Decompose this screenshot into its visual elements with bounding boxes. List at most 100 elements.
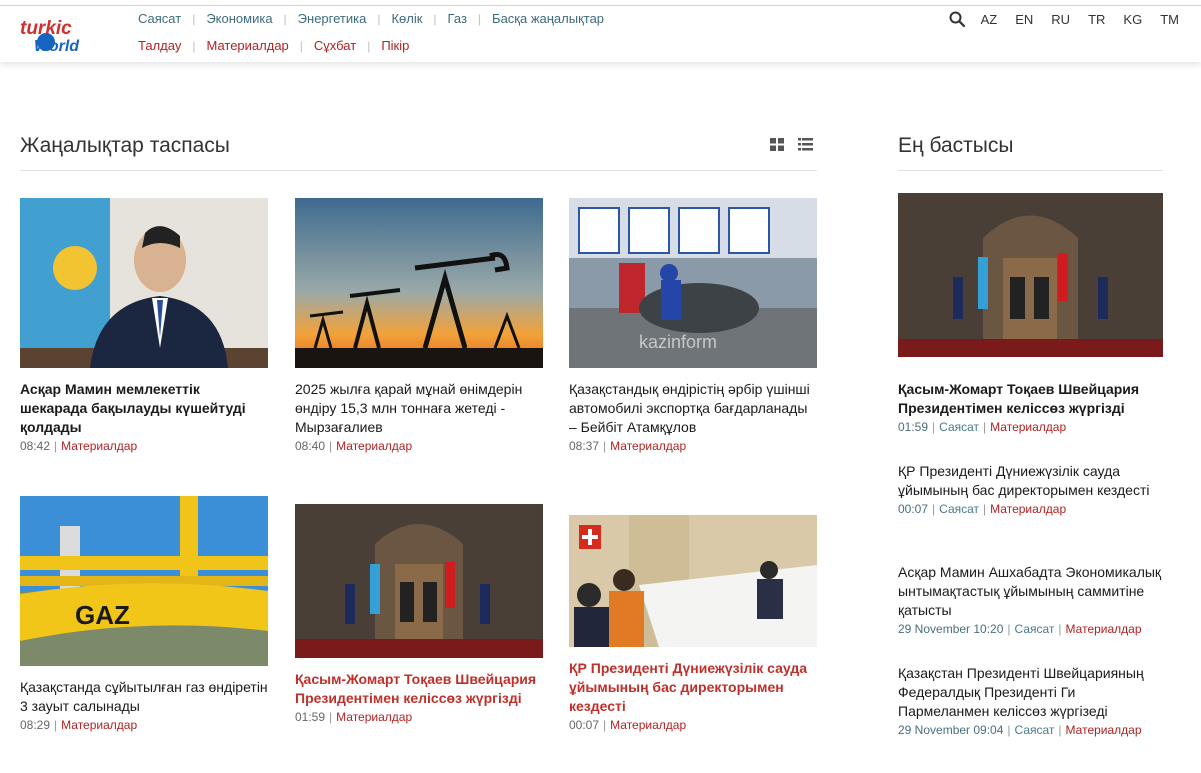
news-category[interactable]: Материалдар xyxy=(336,439,412,453)
feed-divider xyxy=(20,170,817,171)
photo-watermark: kazinform xyxy=(639,332,717,352)
site-logo[interactable]: turkic World xyxy=(20,14,90,55)
sidebar-news-item: Қасым-Жомарт Тоқаев Швейцария Президенті… xyxy=(898,380,1164,434)
news-title[interactable]: 2025 жылға қарай мұнай өнімдерін өндіру … xyxy=(295,380,543,437)
news-category[interactable]: Материалдар xyxy=(610,718,686,732)
news-category-materials[interactable]: Материалдар xyxy=(1066,723,1142,737)
meta-separator: | xyxy=(329,710,333,724)
news-card: kazinform Қазақстандық өндірістің әрбір … xyxy=(569,198,817,453)
news-thumbnail[interactable] xyxy=(20,198,268,368)
news-category[interactable]: Материалдар xyxy=(61,718,137,732)
sidebar-featured-photo[interactable] xyxy=(898,193,1163,357)
view-toggle xyxy=(770,138,813,156)
news-time: 08:40 xyxy=(295,439,326,453)
meta-separator: | xyxy=(54,439,58,453)
svg-text:World: World xyxy=(34,38,80,54)
nav-item-other-news[interactable]: Басқа жаңалықтар xyxy=(492,11,604,26)
lang-ru[interactable]: RU xyxy=(1051,12,1070,27)
sidebar-divider xyxy=(898,170,1163,171)
main-nav: Саясат | Экономика | Энергетика | Көлік … xyxy=(138,11,604,26)
lang-tr[interactable]: TR xyxy=(1088,12,1105,27)
sidebar-news-meta: 29 November 09:04 | Саясат | Материалдар xyxy=(898,723,1164,737)
sidebar-news-item: Қазақстан Президенті Швейцарияның Федера… xyxy=(898,664,1164,737)
meta-separator: | xyxy=(603,718,607,732)
list-view-icon[interactable] xyxy=(798,138,813,156)
news-meta: 01:59 | Материалдар xyxy=(295,710,543,724)
news-title[interactable]: ҚР Президенті Дүниежүзілік сауда ұйымыны… xyxy=(569,659,817,716)
news-category-materials[interactable]: Материалдар xyxy=(990,502,1066,516)
nav-item-interview[interactable]: Сұхбат xyxy=(314,38,356,53)
sidebar-news-title[interactable]: ҚР Президенті Дүниежүзілік сауда ұйымыны… xyxy=(898,462,1164,500)
news-category[interactable]: Материалдар xyxy=(336,710,412,724)
news-meta: 08:37 | Материалдар xyxy=(569,439,817,453)
nav-item-transport[interactable]: Көлік xyxy=(391,11,422,26)
sidebar-news-meta: 01:59 | Саясат | Материалдар xyxy=(898,420,1164,434)
lang-kg[interactable]: KG xyxy=(1123,12,1142,27)
news-category-politics[interactable]: Саясат xyxy=(939,502,979,516)
search-icon[interactable] xyxy=(949,11,965,28)
pipe-label: GAZ xyxy=(75,600,130,630)
news-thumbnail[interactable] xyxy=(295,504,543,658)
nav-item-gas[interactable]: Газ xyxy=(448,11,467,26)
news-meta: 00:07 | Материалдар xyxy=(569,718,817,732)
grid-view-icon[interactable] xyxy=(770,138,784,156)
news-category-politics[interactable]: Саясат xyxy=(939,420,979,434)
news-title[interactable]: Қазақстанда сұйытылған газ өндіретін 3 з… xyxy=(20,678,268,716)
nav-separator: | xyxy=(283,11,287,26)
news-category[interactable]: Материалдар xyxy=(610,439,686,453)
news-category-materials[interactable]: Материалдар xyxy=(990,420,1066,434)
news-time: 01:59 xyxy=(898,420,929,434)
lang-tm[interactable]: TM xyxy=(1160,12,1179,27)
sidebar-news-meta: 29 November 10:20 | Саясат | Материалдар xyxy=(898,622,1164,636)
meta-separator: | xyxy=(603,439,607,453)
nav-item-energy[interactable]: Энергетика xyxy=(298,11,367,26)
news-meta: 08:40 | Материалдар xyxy=(295,439,543,453)
meta-separator: | xyxy=(329,439,333,453)
feed-title: Жаңалықтар таспасы xyxy=(20,134,230,157)
news-time: 08:37 xyxy=(569,439,600,453)
news-thumbnail[interactable] xyxy=(295,198,543,368)
meta-separator: | xyxy=(54,718,58,732)
news-meta: 08:42 | Материалдар xyxy=(20,439,268,453)
news-title[interactable]: Қазақстандық өндірістің әрбір үшінші авт… xyxy=(569,380,817,437)
sidebar-news-title[interactable]: Қасым-Жомарт Тоқаев Швейцария Президенті… xyxy=(898,380,1164,418)
news-category-politics[interactable]: Саясат xyxy=(1015,723,1055,737)
meta-separator: | xyxy=(983,502,987,516)
news-time: 00:07 xyxy=(898,502,929,516)
meta-separator: | xyxy=(1058,622,1062,636)
news-title[interactable]: Қасым-Жомарт Тоқаев Швейцария Президенті… xyxy=(295,670,543,708)
news-card: 2025 жылға қарай мұнай өнімдерін өндіру … xyxy=(295,198,543,453)
news-title[interactable]: Асқар Мамин мемлекеттік шекарада бақылау… xyxy=(20,380,268,437)
nav-separator: | xyxy=(192,11,196,26)
nav-item-sayasat[interactable]: Саясат xyxy=(138,11,181,26)
nav-item-economics[interactable]: Экономика xyxy=(206,11,272,26)
news-card: ҚР Президенті Дүниежүзілік сауда ұйымыны… xyxy=(569,515,817,732)
nav-separator: | xyxy=(192,38,196,53)
meta-separator: | xyxy=(1007,622,1011,636)
news-card: Асқар Мамин мемлекеттік шекарада бақылау… xyxy=(20,198,268,453)
sidebar-news-title[interactable]: Асқар Мамин Ашхабадта Экономикалық ынтым… xyxy=(898,563,1164,620)
lang-az[interactable]: AZ xyxy=(981,12,998,27)
news-thumbnail[interactable]: GAZ xyxy=(20,496,268,666)
header-tools: AZ EN RU TR KG TM xyxy=(949,11,1179,28)
nav-item-materials[interactable]: Материалдар xyxy=(206,38,288,53)
meta-separator: | xyxy=(1007,723,1011,737)
news-thumbnail[interactable]: kazinform xyxy=(569,198,817,368)
site-header: turkic World Саясат | Экономика | Энерге… xyxy=(0,6,1201,62)
news-thumbnail[interactable] xyxy=(569,515,817,647)
lang-en[interactable]: EN xyxy=(1015,12,1033,27)
sidebar-title: Ең бастысы xyxy=(898,134,1014,157)
meta-separator: | xyxy=(932,502,936,516)
news-time: 29 November 10:20 xyxy=(898,622,1004,636)
news-time: 01:59 xyxy=(295,710,326,724)
meta-separator: | xyxy=(1058,723,1062,737)
nav-item-opinion[interactable]: Пікір xyxy=(381,38,409,53)
sidebar-news-title[interactable]: Қазақстан Президенті Швейцарияның Федера… xyxy=(898,664,1164,721)
news-category-materials[interactable]: Материалдар xyxy=(1066,622,1142,636)
news-time: 00:07 xyxy=(569,718,600,732)
news-category[interactable]: Материалдар xyxy=(61,439,137,453)
news-card: Қасым-Жомарт Тоқаев Швейцария Президенті… xyxy=(295,504,543,724)
sidebar-news-item: Асқар Мамин Ашхабадта Экономикалық ынтым… xyxy=(898,563,1164,636)
nav-item-analysis[interactable]: Талдау xyxy=(138,38,181,53)
news-category-politics[interactable]: Саясат xyxy=(1015,622,1055,636)
